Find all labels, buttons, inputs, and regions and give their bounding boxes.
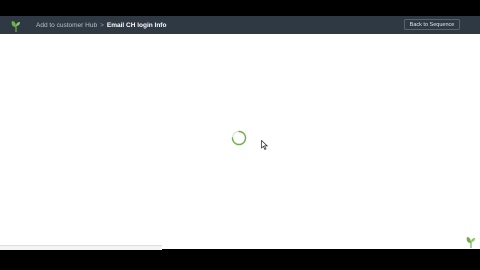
sprout-icon — [466, 235, 476, 248]
sprout-icon[interactable] — [11, 19, 21, 32]
breadcrumb-parent-link[interactable]: Add to customer Hub — [36, 22, 97, 29]
breadcrumb: Add to customer Hub > Email CH login Inf… — [36, 16, 166, 34]
loading-spinner-icon — [231, 130, 247, 146]
page-title: Email CH login Info — [106, 21, 167, 29]
app-header: Add to customer Hub > Email CH login Inf… — [0, 16, 480, 34]
main-content — [0, 34, 480, 249]
breadcrumb-separator: > — [100, 21, 104, 29]
video-letterbox-bottom — [0, 250, 480, 270]
back-to-sequence-button[interactable]: Back to Sequence — [404, 19, 460, 30]
mouse-pointer-icon — [261, 137, 269, 150]
video-letterbox-top — [0, 0, 480, 16]
